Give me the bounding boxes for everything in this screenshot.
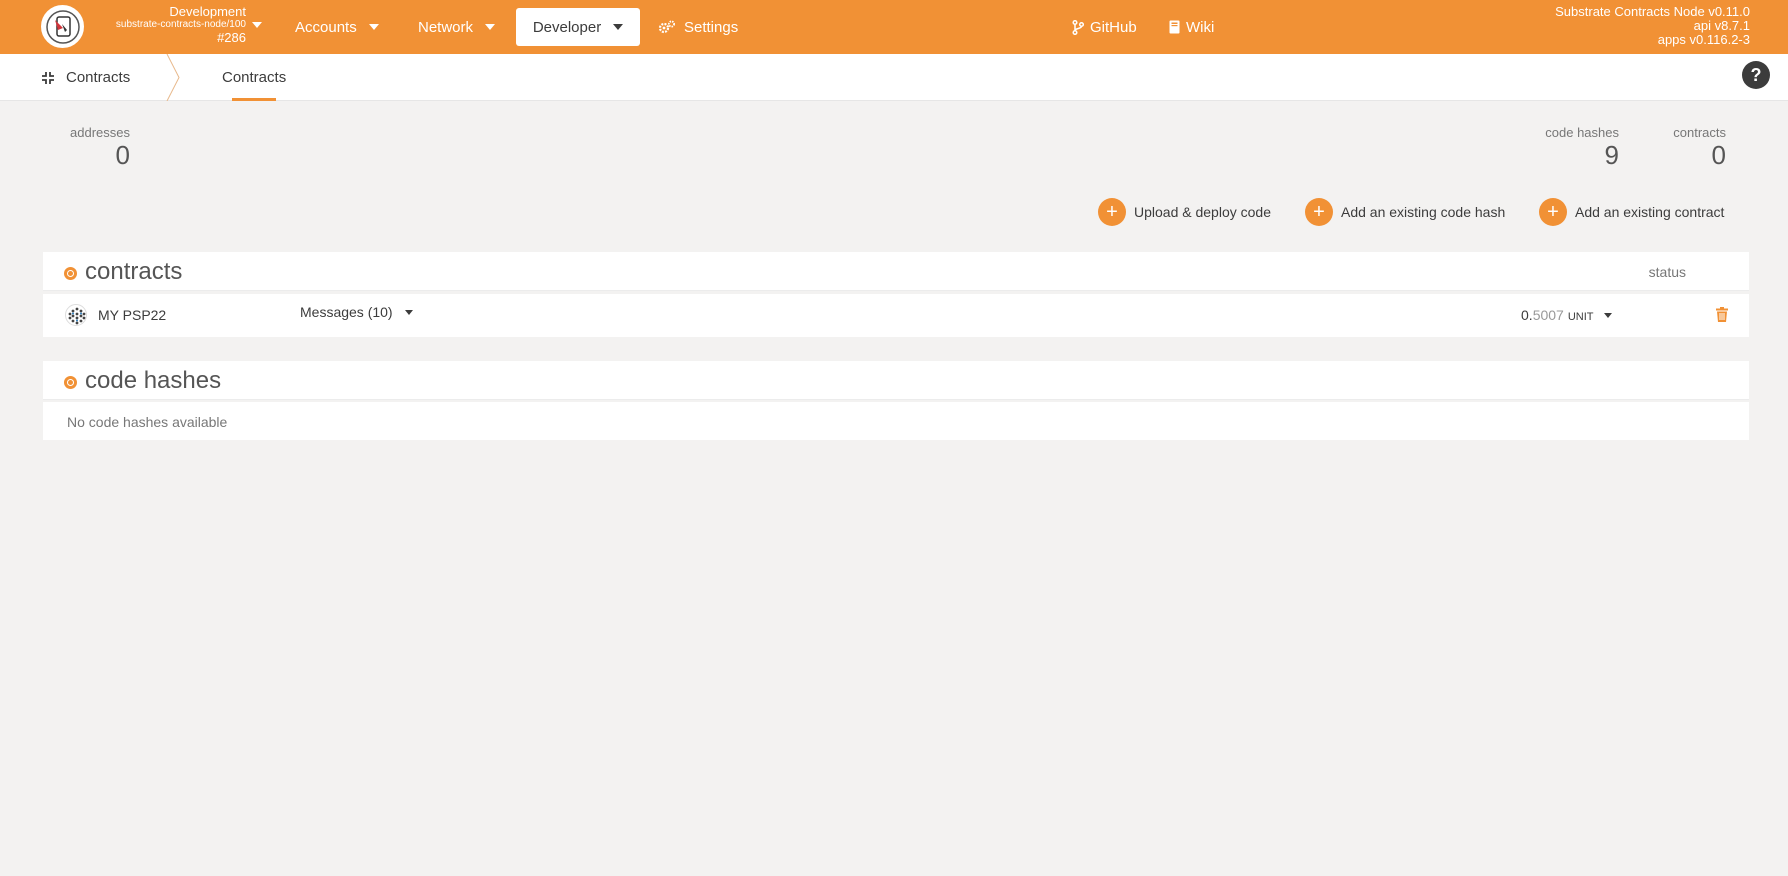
nav-developer[interactable]: Developer xyxy=(516,8,640,46)
version-info: Substrate Contracts Node v0.11.0 api v8.… xyxy=(1555,5,1750,47)
status-column-header: status xyxy=(1648,264,1686,280)
book-icon xyxy=(1169,20,1180,34)
add-code-hash-label: Add an existing code hash xyxy=(1341,204,1506,220)
plus-icon: + xyxy=(1305,198,1333,226)
tab-contracts[interactable]: Contracts xyxy=(222,54,286,101)
add-contract-label: Add an existing contract xyxy=(1575,204,1725,220)
chevron-down-icon xyxy=(368,24,379,30)
summary-contracts-label: contracts xyxy=(1673,125,1726,140)
balance-unit: UNIT xyxy=(1567,311,1594,323)
summary-contracts: contracts 0 xyxy=(1660,125,1726,170)
code-hashes-table-title: code hashes xyxy=(85,367,222,394)
nav-wiki[interactable]: Wiki xyxy=(1169,8,1214,46)
chevron-down-icon xyxy=(404,309,413,315)
app-logo[interactable] xyxy=(41,5,84,48)
top-bar: Development substrate-contracts-node/100… xyxy=(0,0,1788,54)
tab-contracts-label: Contracts xyxy=(222,69,287,86)
section-dot-icon xyxy=(64,267,77,280)
upload-deploy-label: Upload & deploy code xyxy=(1134,204,1271,220)
summary-addresses: addresses 0 xyxy=(66,125,130,170)
trash-icon[interactable] xyxy=(1716,307,1728,327)
contract-name[interactable]: MY PSP22 xyxy=(98,307,166,323)
balance-toggle[interactable]: 0. 5007 UNIT xyxy=(1521,307,1612,323)
breadcrumb-separator xyxy=(166,54,180,101)
chain-block: #286 xyxy=(217,30,246,45)
compress-icon xyxy=(42,71,54,84)
nav-settings-label: Settings xyxy=(684,18,739,36)
chain-caret-icon[interactable] xyxy=(252,22,262,28)
api-version: api v8.7.1 xyxy=(1693,18,1750,33)
chevron-down-icon xyxy=(1603,312,1612,318)
nav-network-label: Network xyxy=(418,18,474,36)
section-title-label: Contracts xyxy=(66,69,131,86)
summary-code-hashes-label: code hashes xyxy=(1545,125,1619,140)
summary-contracts-value: 0 xyxy=(1711,140,1726,170)
help-button[interactable]: ? xyxy=(1742,61,1770,89)
summary-addresses-value: 0 xyxy=(115,140,130,170)
messages-toggle[interactable]: Messages (10) xyxy=(300,304,413,320)
messages-label: Messages (10) xyxy=(300,304,393,320)
chain-name: Development xyxy=(169,4,246,19)
contracts-table-title: contracts xyxy=(85,258,183,285)
nav-github-label: GitHub xyxy=(1090,18,1137,36)
plus-icon: + xyxy=(1098,198,1126,226)
chain-selector[interactable]: Development substrate-contracts-node/100… xyxy=(90,5,246,44)
nav-accounts-label: Accounts xyxy=(295,18,357,36)
logo-icon xyxy=(45,9,80,44)
apps-version: apps v0.116.2-3 xyxy=(1657,32,1750,47)
identicon-icon[interactable] xyxy=(65,304,87,326)
contracts-table-header: contracts status xyxy=(43,252,1749,291)
nav-accounts[interactable]: Accounts xyxy=(295,8,379,46)
summary-code-hashes: code hashes 9 xyxy=(1536,125,1619,170)
chevron-down-icon xyxy=(485,24,496,30)
sub-nav-bar: Contracts Contracts xyxy=(0,54,1788,101)
nav-wiki-label: Wiki xyxy=(1186,18,1215,36)
summary-addresses-label: addresses xyxy=(70,125,130,140)
nav-github[interactable]: GitHub xyxy=(1072,8,1137,46)
chevron-down-icon xyxy=(613,24,624,30)
empty-state-message: No code hashes available xyxy=(67,414,228,430)
empty-state-row: No code hashes available xyxy=(43,402,1749,440)
question-icon: ? xyxy=(1750,64,1762,85)
nav-settings[interactable]: Settings xyxy=(658,8,738,46)
add-contract-button[interactable]: + Add an existing contract xyxy=(1539,198,1724,226)
section-dot-icon xyxy=(64,376,77,389)
nav-network[interactable]: Network xyxy=(418,8,496,46)
active-tab-indicator xyxy=(232,98,276,101)
code-branch-icon xyxy=(1072,19,1084,35)
section-title: Contracts xyxy=(42,54,130,101)
add-code-hash-button[interactable]: + Add an existing code hash xyxy=(1305,198,1505,226)
plus-icon: + xyxy=(1539,198,1567,226)
table-row: MY PSP22 Messages (10) 0. 5007 UNIT xyxy=(43,294,1749,337)
upload-deploy-button[interactable]: + Upload & deploy code xyxy=(1098,198,1271,226)
balance-integer: 0. xyxy=(1521,307,1533,323)
cogs-icon xyxy=(658,20,676,34)
nav-developer-label: Developer xyxy=(532,18,602,36)
balance-decimal: 5007 xyxy=(1532,307,1564,323)
summary-code-hashes-value: 9 xyxy=(1604,140,1619,170)
node-version: Substrate Contracts Node v0.11.0 xyxy=(1555,4,1750,19)
code-hashes-table-header: code hashes xyxy=(43,361,1749,400)
